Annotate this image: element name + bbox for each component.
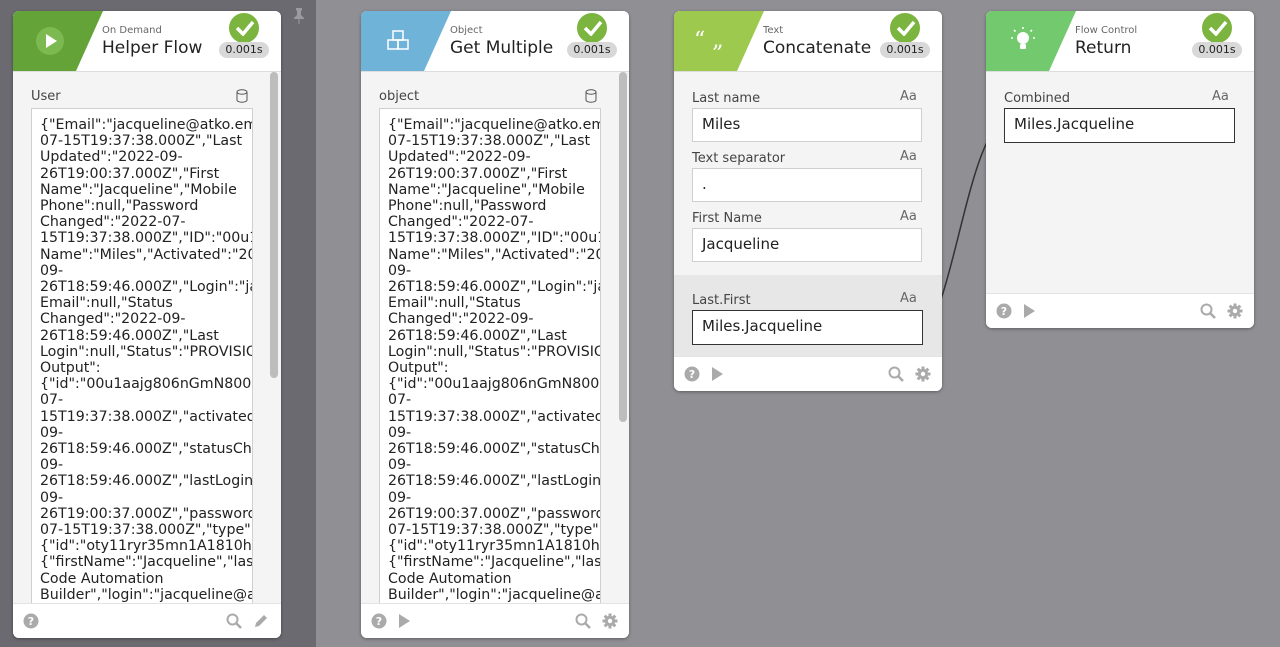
edit-icon[interactable]	[253, 613, 269, 629]
field-label: Text separator	[692, 151, 786, 166]
text-type-badge: Aa	[900, 89, 917, 104]
cubes-icon	[387, 30, 409, 50]
get-multiple-card[interactable]: Object Get Multiple 0.001s object {"Emai…	[361, 11, 629, 638]
help-icon[interactable]: ?	[684, 366, 700, 382]
object-json-field[interactable]: {"Email":"jacqueline@atko.ema 07-15T19:3…	[379, 108, 601, 604]
card-body: object {"Email":"jacqueline@atko.ema 07-…	[361, 71, 629, 604]
lightbulb-icon	[1011, 27, 1035, 49]
search-icon[interactable]	[226, 613, 242, 629]
play-icon	[36, 27, 64, 55]
card-body: Combined Aa Miles.Jacqueline	[986, 71, 1254, 294]
gear-icon[interactable]	[1227, 303, 1243, 319]
test-play-icon[interactable]	[1021, 303, 1037, 319]
field-label: User	[31, 89, 61, 104]
test-play-icon[interactable]	[709, 366, 725, 382]
quotes-icon: “ „	[694, 28, 724, 53]
search-icon[interactable]	[888, 366, 904, 382]
card-category: Flow Control	[1075, 25, 1138, 36]
card-title[interactable]: Return	[1075, 38, 1131, 58]
run-status: 0.001s	[567, 11, 625, 61]
success-check-icon	[227, 11, 261, 45]
return-card[interactable]: Flow Control Return 0.001s Combined Aa M…	[986, 11, 1254, 328]
test-play-icon[interactable]	[396, 613, 412, 629]
concatenate-card[interactable]: “ „ Text Concatenate 0.001s Last name Aa…	[674, 11, 942, 391]
success-check-icon	[888, 11, 922, 45]
success-check-icon	[1200, 11, 1234, 45]
card-title[interactable]: Get Multiple	[450, 38, 553, 58]
card-title[interactable]: Helper Flow	[102, 38, 202, 58]
helper-flow-card[interactable]: On Demand Helper Flow 0.001s User {"Emai…	[13, 11, 281, 638]
database-icon[interactable]	[236, 89, 248, 103]
last-name-field[interactable]: Miles	[692, 108, 922, 142]
help-icon[interactable]: ?	[996, 303, 1012, 319]
help-icon[interactable]: ?	[23, 613, 39, 629]
text-type-badge: Aa	[900, 291, 917, 306]
text-type-badge: Aa	[1212, 89, 1229, 104]
card-footer: ?	[674, 356, 942, 391]
svg-text:?: ?	[376, 615, 382, 628]
duration-badge: 0.001s	[219, 42, 269, 58]
duration-badge: 0.001s	[880, 42, 930, 58]
card-body: Last name Aa Miles Text separator Aa . F…	[674, 71, 942, 357]
card-category: Text	[763, 25, 784, 36]
output-section: Last.First Aa Miles.Jacqueline	[674, 275, 942, 357]
run-status: 0.001s	[1192, 11, 1250, 61]
search-icon[interactable]	[575, 613, 591, 629]
run-status: 0.001s	[219, 11, 277, 61]
svg-text:?: ?	[1001, 305, 1007, 318]
card-category: Object	[450, 25, 483, 36]
card-body: User {"Email":"jacqueline@atko.ema 07-15…	[13, 71, 281, 604]
output-field[interactable]: Miles.Jacqueline	[692, 310, 923, 345]
gear-icon[interactable]	[602, 613, 618, 629]
duration-badge: 0.001s	[567, 42, 617, 58]
field-label: Last.First	[692, 293, 751, 308]
card-footer: ?	[986, 293, 1254, 328]
help-icon[interactable]: ?	[371, 613, 387, 629]
field-label: object	[379, 89, 420, 104]
user-json-field[interactable]: {"Email":"jacqueline@atko.ema 07-15T19:3…	[31, 108, 253, 604]
card-title[interactable]: Concatenate	[763, 38, 871, 58]
scrollbar-thumb[interactable]	[619, 72, 627, 422]
success-check-icon	[575, 11, 609, 45]
pin-icon[interactable]	[292, 8, 306, 24]
field-label: Last name	[692, 91, 761, 106]
field-label: Combined	[1004, 91, 1071, 106]
combined-field[interactable]: Miles.Jacqueline	[1004, 108, 1235, 143]
text-separator-field[interactable]: .	[692, 168, 922, 202]
scrollbar[interactable]	[270, 72, 278, 422]
svg-text:?: ?	[28, 615, 34, 628]
first-name-field[interactable]: Jacqueline	[692, 228, 922, 262]
svg-text:?: ?	[689, 368, 695, 381]
card-footer: ?	[13, 603, 281, 638]
duration-badge: 0.001s	[1192, 42, 1242, 58]
database-icon[interactable]	[585, 89, 597, 103]
scrollbar-thumb[interactable]	[270, 72, 278, 378]
text-type-badge: Aa	[900, 149, 917, 164]
text-type-badge: Aa	[900, 209, 917, 224]
scrollbar[interactable]	[619, 72, 627, 422]
card-category: On Demand	[102, 25, 162, 36]
field-label: First Name	[692, 211, 762, 226]
card-footer: ?	[361, 603, 629, 638]
gear-icon[interactable]	[915, 366, 931, 382]
run-status: 0.001s	[880, 11, 938, 61]
search-icon[interactable]	[1200, 303, 1216, 319]
